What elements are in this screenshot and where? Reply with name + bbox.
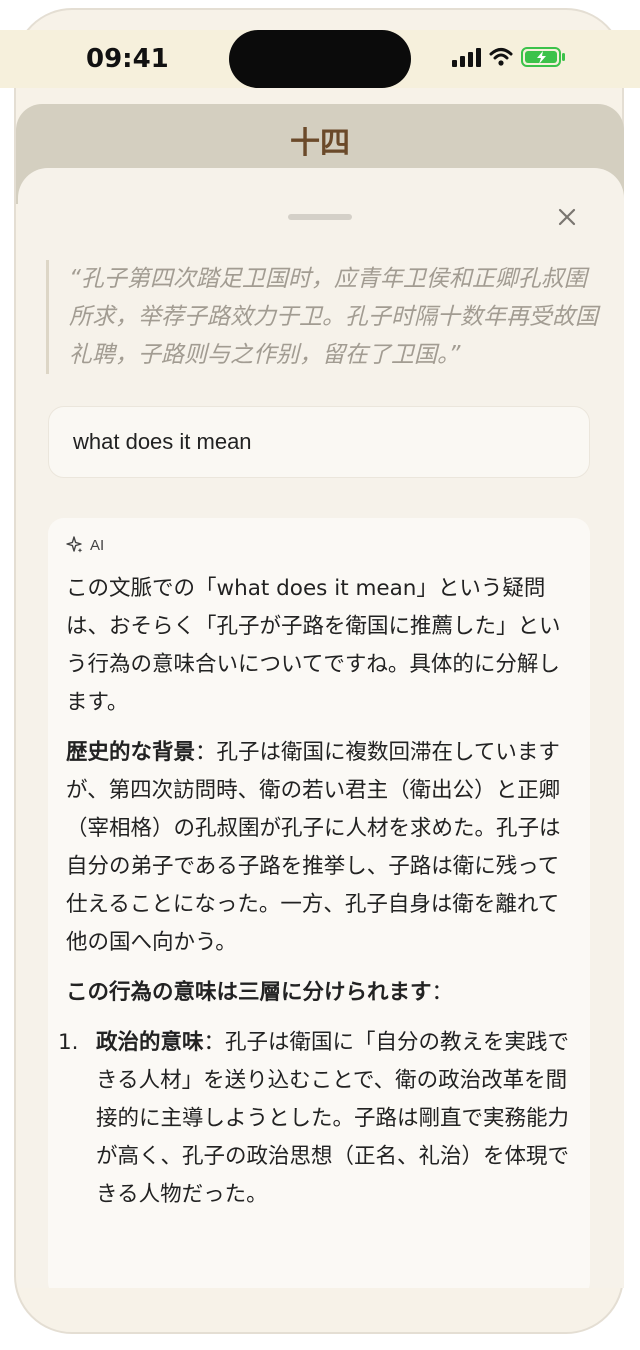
background-text: ：孔子は衛国に複数回滞在していますが、第四次訪問時、衛の若い君主（衛出公）と正卿…	[66, 740, 561, 955]
ai-numbered-list: 1. 政治的意味：孔子は衛国に「自分の教えを実践できる人材」を送り込むことで、衛の…	[58, 1024, 578, 1214]
status-time: 09:41	[86, 44, 169, 74]
ai-response-card: AI この文脈での「what does it mean」という疑問は、おそらく「…	[48, 518, 590, 1288]
ai-layers-paragraph: この行為の意味は三層に分けられます：	[66, 974, 578, 1012]
ai-label: AI	[66, 536, 104, 554]
dynamic-island	[229, 30, 411, 88]
wifi-icon	[489, 48, 513, 66]
list-item-text: ：孔子は衛国に「自分の教えを実践できる人材」を送り込むことで、衛の政治改革を間接…	[96, 1030, 570, 1207]
layers-heading: この行為の意味は三層に分けられます	[66, 980, 432, 1005]
ai-intro: この文脈での「what does it mean」という疑問は、おそらく「孔子が…	[66, 576, 561, 715]
status-icons	[452, 46, 567, 68]
ai-label-text: AI	[90, 536, 105, 554]
quoted-passage: “孔子第四次踏足卫国时，应青年卫侯和正卿孔叔圉所求，举荐子路效力于卫。孔子时隔十…	[46, 260, 609, 374]
signal-icon	[452, 47, 481, 67]
list-item-number: 1.	[58, 1030, 79, 1055]
chapter-title: 十四	[290, 126, 350, 161]
battery-icon	[521, 47, 565, 67]
status-bar: 09:41	[0, 30, 640, 88]
close-icon[interactable]	[552, 202, 582, 232]
question-input-value[interactable]: what does it mean	[73, 429, 252, 455]
layers-colon: ：	[431, 980, 454, 1005]
sheet-grabber[interactable]	[288, 214, 352, 220]
background-heading: 歴史的な背景	[66, 740, 196, 765]
ai-response-body: この文脈での「what does it mean」という疑問は、おそらく「孔子が…	[58, 570, 578, 1214]
ai-background-paragraph: 歴史的な背景：孔子は衛国に複数回滞在していますが、第四次訪問時、衛の若い君主（衛…	[66, 734, 578, 962]
sparkle-icon	[66, 536, 83, 553]
question-input[interactable]: what does it mean	[48, 406, 590, 478]
list-item: 1. 政治的意味：孔子は衛国に「自分の教えを実践できる人材」を送り込むことで、衛の…	[58, 1024, 578, 1214]
ai-sheet: “孔子第四次踏足卫国时，应青年卫侯和正卿孔叔圉所求，举荐子路效力于卫。孔子时隔十…	[18, 168, 624, 1288]
list-item-heading: 政治的意味	[96, 1030, 204, 1055]
